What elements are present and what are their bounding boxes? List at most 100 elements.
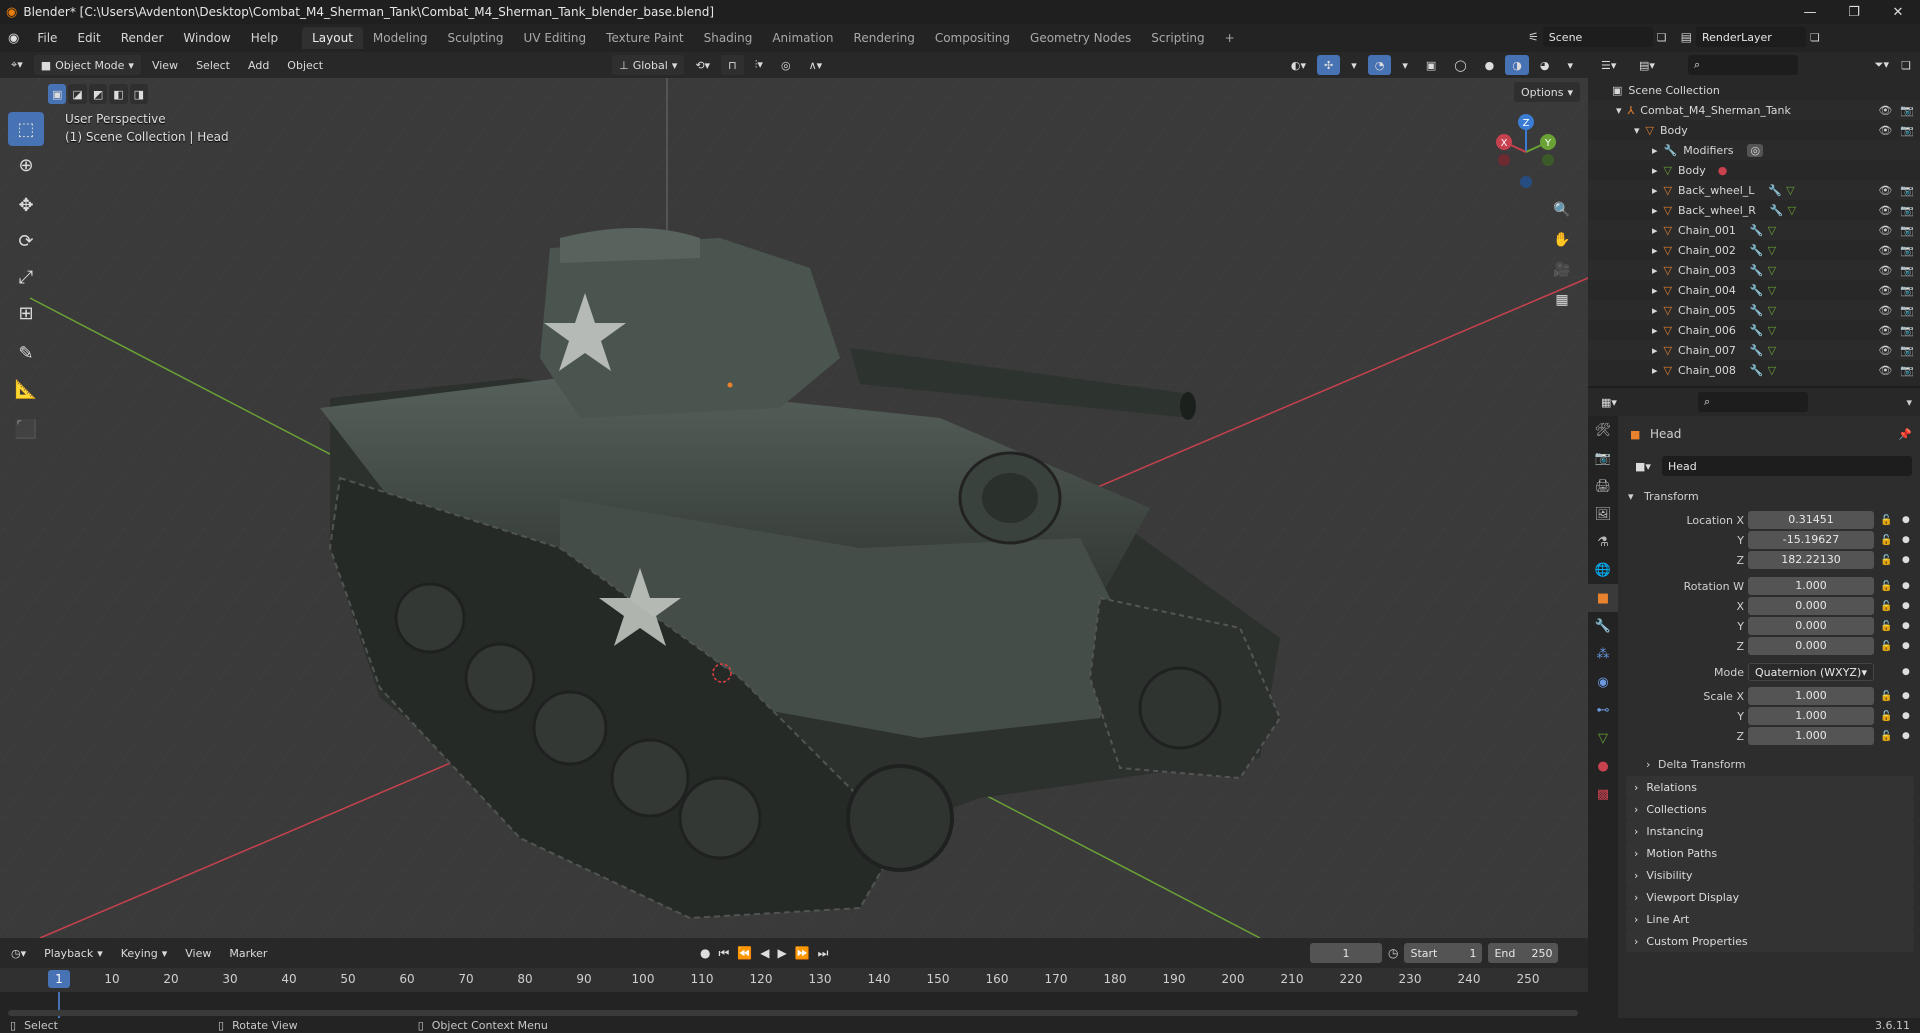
chevron-right-icon[interactable]: ▸ (1652, 224, 1658, 237)
snap-icon[interactable]: ⊓ (721, 55, 744, 75)
section-motion-paths[interactable]: › Motion Paths (1626, 842, 1914, 864)
new-scene-icon[interactable]: ❏ (1657, 31, 1667, 44)
scene-icon[interactable]: ⚟ (1528, 30, 1539, 44)
outliner-editor-icon[interactable]: ☰▾ (1594, 55, 1623, 75)
constraints-tab-icon[interactable]: ⊷ (1588, 696, 1618, 724)
options-dropdown[interactable]: Options ▾ (1514, 82, 1580, 102)
outliner-row-body[interactable]: ▾ ▽ Body 👁 📷 (1588, 120, 1920, 140)
outliner-row-chain-002[interactable]: ▸ ▽ Chain_002 🔧 ▽ 👁 📷 (1588, 240, 1920, 260)
menu-window[interactable]: Window (173, 31, 240, 45)
tab-texture-paint[interactable]: Texture Paint (596, 27, 693, 49)
chevron-right-icon[interactable]: ▸ (1652, 364, 1658, 377)
current-frame-field[interactable]: 1 (1310, 943, 1382, 963)
view-layer-selector[interactable]: RenderLayer (1695, 27, 1806, 47)
tab-geometry-nodes[interactable]: Geometry Nodes (1020, 27, 1141, 49)
tab-compositing[interactable]: Compositing (925, 27, 1020, 49)
shading-menu-icon[interactable]: ▾ (1560, 55, 1580, 75)
outliner-search-input[interactable]: ⌕ (1688, 55, 1798, 75)
lock-icon[interactable]: 🔓 (1880, 711, 1892, 722)
keyframe-dot-icon[interactable]: ● (1902, 711, 1910, 721)
chevron-right-icon[interactable]: ▸ (1652, 304, 1658, 317)
play-icon[interactable]: ▶ (777, 946, 786, 960)
render-camera-icon[interactable]: 📷 (1900, 344, 1914, 357)
editor-type-icon[interactable]: ⌖▾ (4, 55, 30, 75)
keying-menu[interactable]: Keying ▾ (114, 943, 174, 963)
mode-dropdown[interactable]: ■ Object Mode ▾ (33, 55, 141, 75)
keyframe-dot-icon[interactable]: ● (1902, 691, 1910, 701)
scene-collection-row[interactable]: ▣ Scene Collection (1588, 80, 1920, 100)
outliner-row-chain-001[interactable]: ▸ ▽ Chain_001 🔧 ▽ 👁 📷 (1588, 220, 1920, 240)
visibility-eye-icon[interactable]: 👁 (1878, 304, 1892, 317)
snap-target-icon[interactable]: ⫶▾ (748, 55, 770, 75)
menu-select[interactable]: Select (189, 55, 237, 75)
object-name-field[interactable]: Head (1662, 456, 1912, 476)
rendered-shading-icon[interactable]: ◕ (1533, 55, 1557, 75)
lock-icon[interactable]: 🔓 (1880, 641, 1892, 652)
chevron-down-icon[interactable]: ▾ (1634, 124, 1640, 137)
new-collection-icon[interactable]: ❏ (1894, 55, 1918, 75)
keyframe-dot-icon[interactable]: ● (1902, 601, 1910, 611)
chevron-down-icon[interactable]: ▾ (1616, 104, 1622, 117)
outliner-row-back-wheel-l[interactable]: ▸ ▽ Back_wheel_L 🔧 ▽ 👁 📷 (1588, 180, 1920, 200)
rotate-tool-icon[interactable]: ⟳ (8, 224, 44, 258)
rotation-y-field[interactable]: 0.000 (1748, 617, 1874, 635)
tab-shading[interactable]: Shading (694, 27, 763, 49)
section-collections[interactable]: › Collections (1626, 798, 1914, 820)
outliner-row-back-wheel-r[interactable]: ▸ ▽ Back_wheel_R 🔧 ▽ 👁 📷 (1588, 200, 1920, 220)
pin-icon[interactable]: 📌 (1898, 428, 1912, 441)
timeline-scrollbar[interactable] (8, 1010, 1578, 1016)
lock-icon[interactable]: 🔓 (1880, 515, 1892, 526)
object-tab-icon[interactable]: ■ (1588, 584, 1618, 612)
chevron-right-icon[interactable]: ▸ (1652, 344, 1658, 357)
end-frame-field[interactable]: End 250 (1488, 943, 1559, 963)
filter-icon[interactable]: ⏷▾ (1868, 55, 1896, 75)
chevron-right-icon[interactable]: ▸ (1652, 184, 1658, 197)
render-camera-icon[interactable]: 📷 (1900, 124, 1914, 137)
orientation-dropdown[interactable]: ⊥ Global ▾ (612, 55, 685, 75)
chevron-right-icon[interactable]: ▸ (1652, 204, 1658, 217)
chevron-right-icon[interactable]: ▸ (1652, 144, 1658, 157)
outliner-row-chain-003[interactable]: ▸ ▽ Chain_003 🔧 ▽ 👁 📷 (1588, 260, 1920, 280)
scale-x-field[interactable]: 1.000 (1748, 687, 1874, 705)
chevron-right-icon[interactable]: ▸ (1652, 324, 1658, 337)
visibility-eye-icon[interactable]: 👁 (1878, 184, 1892, 197)
add-workspace-button[interactable]: + (1215, 27, 1245, 49)
move-tool-icon[interactable]: ✥ (8, 188, 44, 222)
particles-tab-icon[interactable]: ⁂ (1588, 640, 1618, 668)
menu-render[interactable]: Render (111, 31, 174, 45)
tab-animation[interactable]: Animation (762, 27, 843, 49)
chevron-right-icon[interactable]: ▸ (1652, 164, 1658, 177)
visibility-eye-icon[interactable]: 👁 (1878, 324, 1892, 337)
data-tab-icon[interactable]: ▽ (1588, 724, 1618, 752)
tab-modeling[interactable]: Modeling (363, 27, 438, 49)
tab-sculpting[interactable]: Sculpting (438, 27, 514, 49)
clock-icon[interactable]: ◷ (1388, 946, 1398, 960)
visibility-eye-icon[interactable]: 👁 (1878, 224, 1892, 237)
section-line-art[interactable]: › Line Art (1626, 908, 1914, 930)
location-x-field[interactable]: 0.31451 (1748, 511, 1874, 529)
render-camera-icon[interactable]: 📷 (1900, 104, 1914, 117)
select-invert-icon[interactable]: ◧ (109, 84, 128, 104)
chevron-right-icon[interactable]: ▸ (1652, 244, 1658, 257)
menu-edit[interactable]: Edit (67, 31, 110, 45)
outliner-row-chain-005[interactable]: ▸ ▽ Chain_005 🔧 ▽ 👁 📷 (1588, 300, 1920, 320)
keyframe-dot-icon[interactable]: ● (1902, 621, 1910, 631)
jump-keyframe-back-icon[interactable]: ⏪ (737, 946, 752, 960)
3d-viewport[interactable]: ⬚ ⊕ ✥ ⟳ ⤢ ⊞ ✎ 📐 ⬛ ▣ ◪ ◩ ◧ ◨ User Perspec… (0, 78, 1588, 938)
tab-scripting[interactable]: Scripting (1141, 27, 1214, 49)
outliner-row-chain-006[interactable]: ▸ ▽ Chain_006 🔧 ▽ 👁 📷 (1588, 320, 1920, 340)
select-box-tool-icon[interactable]: ⬚ (8, 112, 44, 146)
overlay-menu-icon[interactable]: ▾ (1395, 55, 1415, 75)
chevron-right-icon[interactable]: ▸ (1652, 284, 1658, 297)
visibility-eye-icon[interactable]: 👁 (1878, 284, 1892, 297)
menu-view[interactable]: View (145, 55, 185, 75)
jump-end-icon[interactable]: ⏭ (818, 946, 829, 961)
render-camera-icon[interactable]: 📷 (1900, 264, 1914, 277)
scale-z-field[interactable]: 1.000 (1748, 727, 1874, 745)
gizmo-toggle-icon[interactable]: ✣ (1317, 55, 1341, 75)
delta-transform-header[interactable]: › Delta Transform (1618, 754, 1920, 774)
visibility-eye-icon[interactable]: 👁 (1878, 204, 1892, 217)
gizmo-menu-icon[interactable]: ▾ (1344, 55, 1364, 75)
annotate-tool-icon[interactable]: ✎ (8, 336, 44, 370)
render-camera-icon[interactable]: 📷 (1900, 184, 1914, 197)
